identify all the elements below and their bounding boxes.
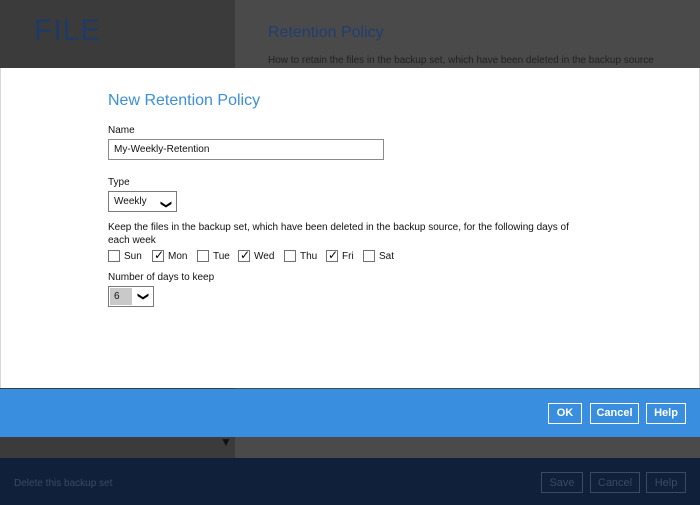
help-button[interactable]: Help — [646, 403, 686, 424]
day-label: Wed — [254, 251, 275, 262]
ok-button[interactable]: OK — [548, 403, 582, 424]
day-label: Sat — [379, 251, 395, 262]
day-label: Thu — [300, 251, 318, 262]
chevron-down-icon: ❯ — [136, 291, 149, 302]
type-select-value: Weekly — [114, 196, 147, 207]
chevron-down-icon: ❯ — [159, 199, 172, 210]
background-save-button: Save — [541, 472, 583, 493]
days-description: Keep the files in the backup set, which … — [108, 222, 569, 246]
checkbox[interactable] — [197, 250, 209, 262]
checkbox[interactable]: ✓ — [326, 248, 339, 262]
checkmark-icon: ✓ — [154, 248, 165, 262]
day-label: Sun — [124, 251, 142, 262]
cancel-button[interactable]: Cancel — [590, 403, 639, 424]
checkbox[interactable] — [284, 250, 296, 262]
name-input[interactable]: My-Weekly-Retention — [108, 139, 384, 160]
days-to-keep-value: 6 — [110, 288, 132, 305]
days-to-keep-label: Number of days to keep — [108, 272, 215, 283]
checkmark-icon: ✓ — [240, 248, 251, 262]
background-cancel-button: Cancel — [590, 472, 640, 493]
app-logo: FILE — [34, 14, 102, 47]
dialog-title: New Retention Policy — [108, 92, 261, 109]
background-heading: Retention Policy — [268, 24, 384, 41]
type-select[interactable]: Weekly ❯ — [108, 191, 177, 212]
background-subheading: How to retain the files in the backup se… — [268, 55, 654, 66]
delete-backup-set-link: Delete this backup set — [14, 478, 113, 489]
day-label: Tue — [213, 251, 230, 262]
day-label: Mon — [168, 251, 188, 262]
days-to-keep-select[interactable]: 6 ❯ — [108, 286, 154, 307]
checkbox[interactable]: ✓ — [152, 248, 165, 262]
type-label: Type — [108, 177, 130, 188]
checkbox[interactable] — [108, 250, 120, 262]
checkmark-icon: ✓ — [328, 248, 339, 262]
checkbox[interactable] — [363, 250, 375, 262]
name-label: Name — [108, 125, 135, 136]
checkbox[interactable]: ✓ — [238, 248, 251, 262]
background-footer: Delete this backup set Save Cancel Help — [0, 458, 700, 505]
background-help-button: Help — [646, 472, 686, 493]
day-label: Fri — [342, 251, 354, 262]
